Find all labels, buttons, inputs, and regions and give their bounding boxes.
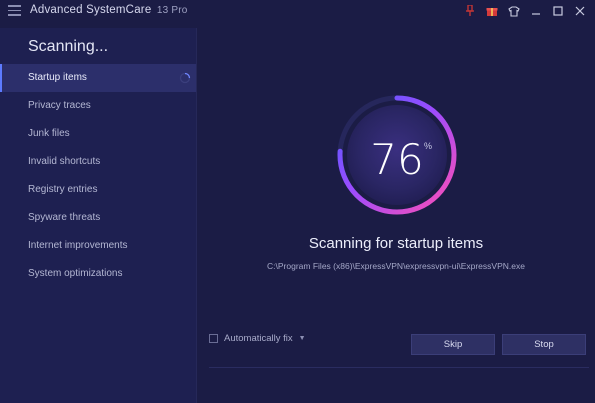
auto-fix-checkbox[interactable] bbox=[209, 334, 218, 343]
sidebar-item-label: Startup items bbox=[28, 72, 87, 83]
loading-spinner-icon bbox=[179, 72, 191, 84]
footer-divider bbox=[209, 367, 589, 368]
stop-button[interactable]: Stop bbox=[502, 334, 586, 355]
sidebar: Scanning... Startup items Privacy traces… bbox=[0, 28, 196, 403]
scan-current-path: C:\Program Files (x86)\ExpressVPN\expres… bbox=[267, 261, 525, 271]
skin-icon[interactable] bbox=[503, 2, 525, 20]
title-bar: Advanced SystemCare 13 Pro bbox=[0, 0, 595, 22]
app-version: 13 Pro bbox=[156, 5, 188, 16]
progress-percent-value: 76 bbox=[370, 135, 424, 184]
sidebar-item-startup-items[interactable]: Startup items bbox=[0, 64, 196, 92]
minimize-icon[interactable] bbox=[525, 2, 547, 20]
auto-fix-option[interactable]: Automatically fix ▼ bbox=[209, 333, 306, 344]
sidebar-item-spyware-threats[interactable]: Spyware threats bbox=[0, 204, 196, 232]
chevron-down-icon[interactable]: ▼ bbox=[299, 335, 306, 342]
sidebar-item-junk-files[interactable]: Junk files bbox=[0, 120, 196, 148]
sidebar-item-label: Invalid shortcuts bbox=[28, 156, 101, 167]
sidebar-item-label: Internet improvements bbox=[28, 240, 128, 251]
sidebar-item-privacy-traces[interactable]: Privacy traces bbox=[0, 92, 196, 120]
sidebar-item-label: Junk files bbox=[28, 128, 70, 139]
gift-icon[interactable] bbox=[481, 2, 503, 20]
skip-button[interactable]: Skip bbox=[411, 334, 495, 355]
sidebar-item-invalid-shortcuts[interactable]: Invalid shortcuts bbox=[0, 148, 196, 176]
sidebar-item-label: Spyware threats bbox=[28, 212, 101, 223]
sidebar-item-system-optimizations[interactable]: System optimizations bbox=[0, 260, 196, 288]
scan-status-title: Scanning for startup items bbox=[308, 235, 484, 252]
app-name: Advanced SystemCare bbox=[30, 4, 152, 16]
pin-icon[interactable] bbox=[459, 2, 481, 20]
sidebar-item-label: Privacy traces bbox=[28, 100, 91, 111]
app-title: Advanced SystemCare 13 Pro bbox=[30, 4, 188, 16]
sidebar-item-registry-entries[interactable]: Registry entries bbox=[0, 176, 196, 204]
percent-sign: % bbox=[424, 141, 433, 151]
sidebar-item-label: Registry entries bbox=[28, 184, 98, 195]
close-icon[interactable] bbox=[569, 2, 591, 20]
sidebar-item-label: System optimizations bbox=[28, 268, 123, 279]
sidebar-item-internet-improvements[interactable]: Internet improvements bbox=[0, 232, 196, 260]
main-panel: 76 % Scanning for startup items C:\Progr… bbox=[197, 28, 595, 403]
menu-icon[interactable] bbox=[8, 5, 21, 16]
auto-fix-label: Automatically fix bbox=[224, 333, 293, 344]
progress-ring: 76 bbox=[334, 92, 460, 218]
scanning-heading: Scanning... bbox=[28, 38, 109, 55]
maximize-icon[interactable] bbox=[547, 2, 569, 20]
scan-category-list: Startup items Privacy traces Junk files … bbox=[0, 64, 196, 288]
